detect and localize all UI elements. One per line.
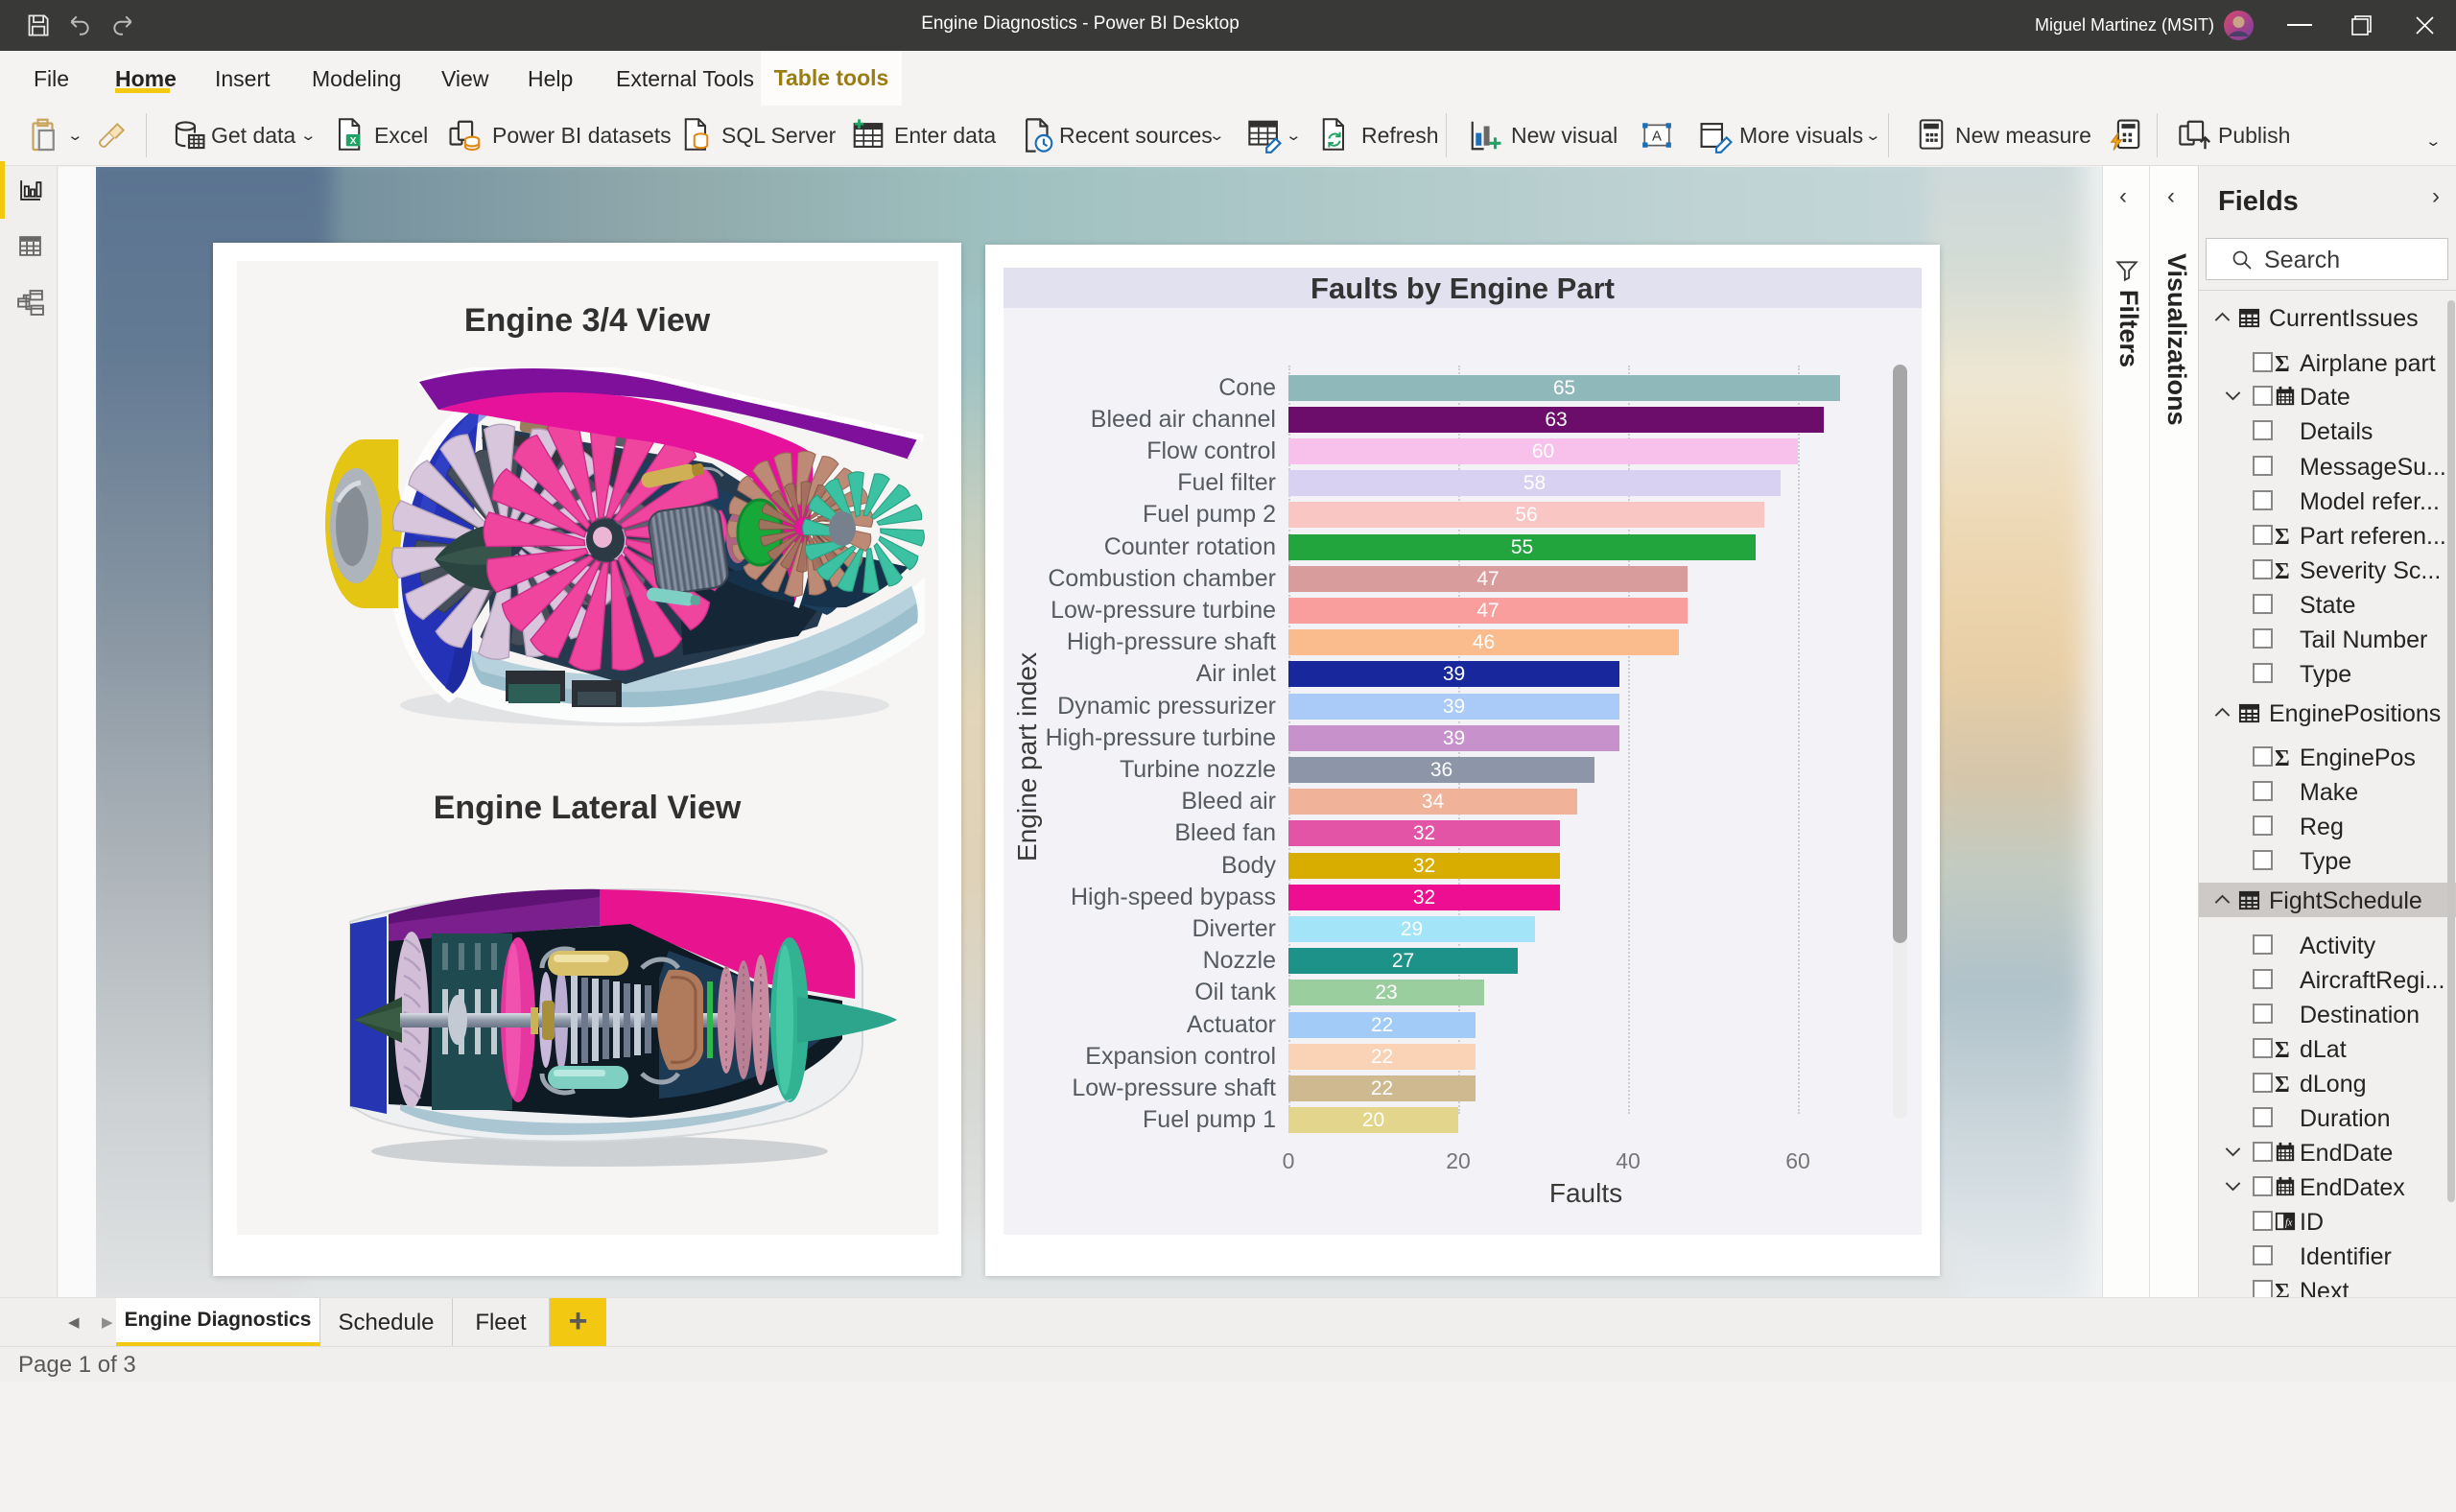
svg-text:X: X [350,136,357,147]
svg-text:A: A [1652,129,1662,144]
svg-text:fx: fx [2285,1218,2293,1229]
